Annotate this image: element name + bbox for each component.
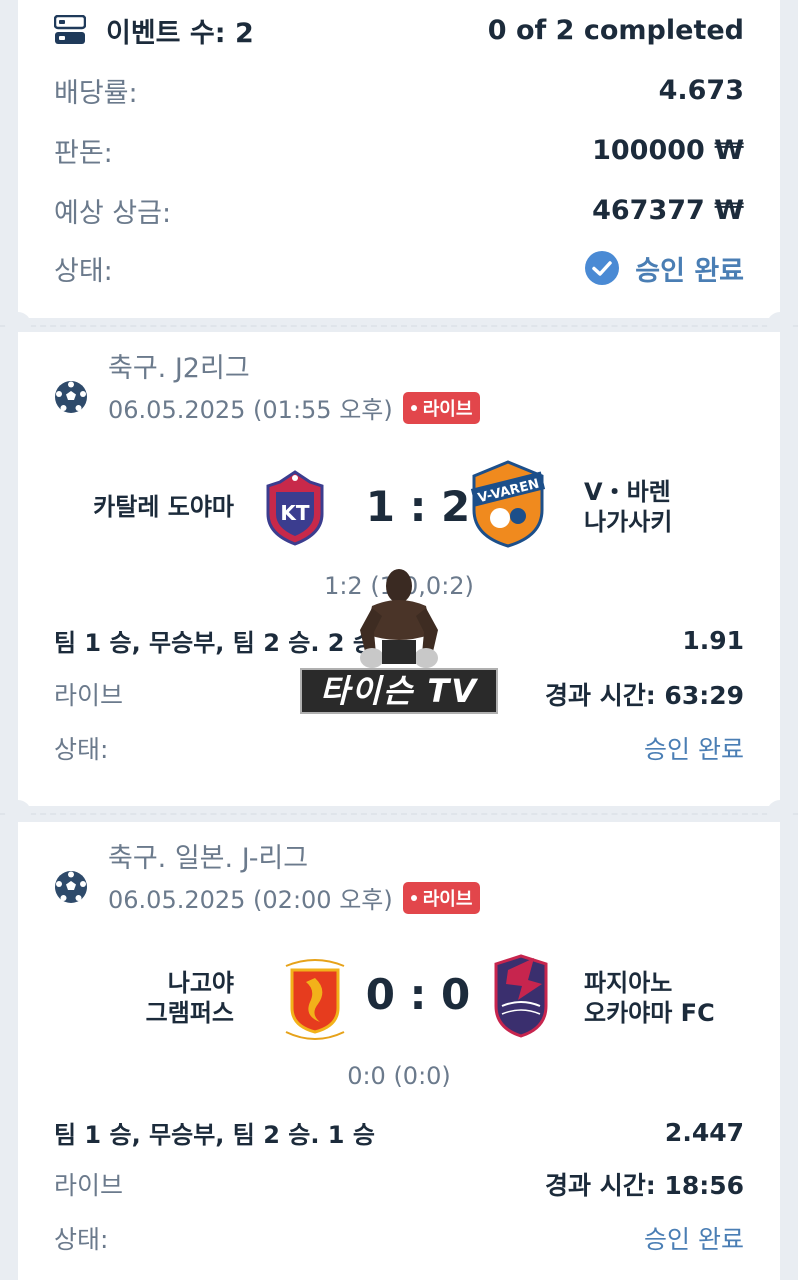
- watermark-text: 타이슨 TV: [300, 668, 498, 714]
- soccer-ball-icon: [55, 381, 87, 413]
- odds-value: 4.673: [658, 74, 744, 106]
- elapsed-time: 경과 시간: 18:56: [545, 1171, 744, 1200]
- bet-odd: 1.91: [682, 625, 744, 655]
- events-row: 이벤트 수: 2 0 of 2 completed: [54, 10, 744, 50]
- bet-summary-card: 이벤트 수: 2 0 of 2 completed 배당률: 4.673 판돈:…: [18, 0, 780, 318]
- live-label: 라이브: [54, 1171, 124, 1200]
- match-date: 06.05.2025 (01:55 오후): [108, 396, 393, 424]
- fagiano-okayama-logo: [494, 954, 548, 1038]
- match-date: 06.05.2025 (02:00 오후): [108, 886, 393, 914]
- boxer-figure-icon: [360, 569, 438, 668]
- soccer-ball-icon: [55, 871, 87, 903]
- bet-odd: 2.447: [664, 1117, 744, 1147]
- payout-value: 467377 ₩: [592, 194, 744, 226]
- match-score: 0 : 0: [365, 970, 471, 1019]
- events-count: 이벤트 수: 2: [106, 17, 254, 49]
- elapsed-time: 경과 시간: 63:29: [545, 681, 744, 710]
- home-team-name: 나고야 그램퍼스: [145, 969, 234, 1027]
- match-status-row: 상태: 승인 완료: [54, 730, 744, 766]
- payout-label: 예상 상금:: [54, 197, 172, 229]
- match-status-value: 승인 완료: [644, 1225, 744, 1254]
- league-name: 축구. J2리그: [108, 353, 250, 384]
- away-team-name: V・바렌 나가사키: [584, 478, 673, 536]
- league-name: 축구. 일본. J-리그: [108, 843, 309, 874]
- ticket-separator: [0, 813, 798, 815]
- bet-selection: 팀 1 승, 무승부, 팀 2 승. 1 승: [54, 1120, 375, 1149]
- match-status-label: 상태:: [54, 735, 109, 764]
- kataller-toyama-logo: KT: [266, 470, 324, 546]
- completed-count: 0 of 2 completed: [487, 14, 744, 46]
- svg-text:KT: KT: [280, 501, 309, 525]
- live-label: 라이브: [54, 681, 124, 710]
- match-status-row: 상태: 승인 완료: [54, 1220, 744, 1256]
- odds-label: 배당률:: [54, 77, 138, 109]
- live-dot-icon: [410, 894, 417, 901]
- check-circle-icon: [585, 251, 620, 285]
- status-label: 상태:: [54, 255, 113, 287]
- match-status-label: 상태:: [54, 1225, 109, 1254]
- ticket-separator: [0, 325, 798, 327]
- v-varen-nagasaki-logo: V-VAREN: [470, 460, 546, 548]
- home-team-name: 카탈레 도야마: [93, 493, 234, 521]
- bet-row: 팀 1 승, 무승부, 팀 2 승. 1 승 2.447: [54, 1114, 744, 1150]
- odds-row: 배당률: 4.673: [54, 70, 744, 110]
- status-value: 승인 완료: [635, 255, 744, 287]
- half-time-score: 0:0 (0:0): [347, 1062, 451, 1090]
- list-icon: [54, 15, 86, 44]
- stake-row: 판돈: 100000 ₩: [54, 130, 744, 170]
- match-score: 1 : 2: [365, 482, 471, 531]
- live-badge: 라이브: [402, 391, 481, 424]
- live-dot-icon: [410, 404, 417, 411]
- match-card[interactable]: 축구. 일본. J-리그 06.05.2025 (02:00 오후) 라이브 나…: [18, 822, 780, 1280]
- away-team-name: 파지아노 오카야마 FC: [584, 969, 715, 1027]
- watermark: 타이슨 TV: [300, 564, 498, 716]
- stake-label: 판돈:: [54, 137, 113, 169]
- nagoya-grampus-logo: [285, 959, 345, 1040]
- payout-row: 예상 상금: 467377 ₩: [54, 190, 744, 230]
- status-row: 상태: 승인 완료: [54, 248, 744, 288]
- match-status-value: 승인 완료: [644, 735, 744, 764]
- stake-value: 100000 ₩: [592, 134, 744, 166]
- live-badge: 라이브: [402, 881, 481, 914]
- live-row: 라이브 경과 시간: 18:56: [54, 1166, 744, 1202]
